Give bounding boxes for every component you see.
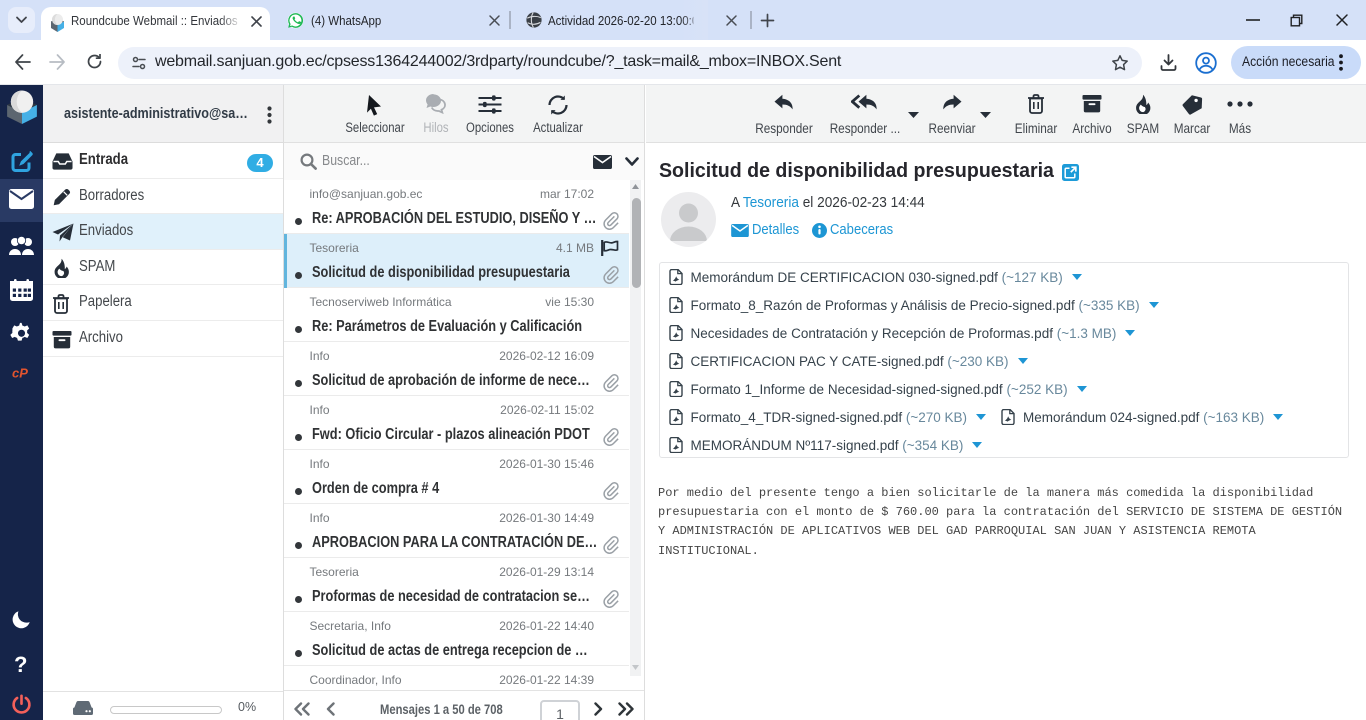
svg-text:cP: cP: [12, 366, 28, 380]
